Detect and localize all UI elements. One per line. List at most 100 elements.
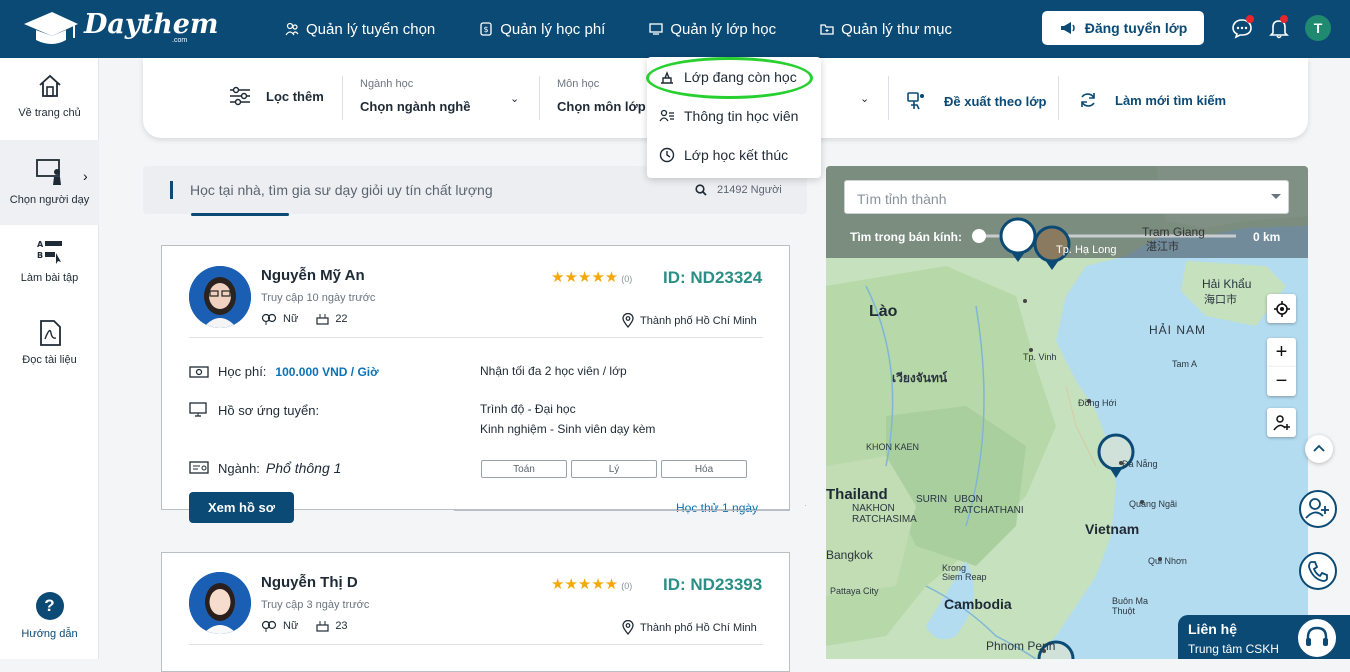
- logo[interactable]: Daythem .com: [22, 8, 218, 48]
- tutor-avatar[interactable]: [189, 266, 251, 328]
- capacity: Nhận tối đa 2 học viên / lớp: [480, 364, 627, 378]
- subject-select[interactable]: Môn học Chọn môn lớp: [557, 78, 646, 114]
- map-label: 湛江市: [1146, 241, 1179, 253]
- chevron-down-icon[interactable]: [1271, 194, 1281, 199]
- add-user-button[interactable]: [1299, 490, 1337, 528]
- sidebar-item-label: Làm bài tập: [20, 272, 79, 284]
- tutor-city: Thành phố Hồ Chí Minh: [622, 313, 757, 328]
- fee-value: 100.000 VND / Giờ: [275, 364, 379, 379]
- tutor-avatar[interactable]: [189, 572, 251, 634]
- menu-item-ended-classes[interactable]: Lớp học kết thúc: [659, 147, 788, 163]
- help-link[interactable]: ? Hướng dẫn: [0, 592, 99, 640]
- map[interactable]: Tìm tỉnh thành Tìm trong bán kính: 0 km …: [826, 166, 1308, 659]
- nav-classes[interactable]: Quản lý lớp học: [649, 21, 776, 38]
- suggest-by-class-button[interactable]: Đề xuất theo lớp: [906, 91, 1046, 111]
- level: Trình độ - Đại học: [480, 402, 576, 416]
- zoom-in-button[interactable]: +: [1267, 338, 1296, 367]
- zoom-out-button[interactable]: −: [1267, 367, 1296, 396]
- radius-value: 0 km: [1253, 230, 1281, 244]
- trial-link[interactable]: Học thử 1 ngày: [676, 501, 758, 515]
- tutor-id: ID: ND23393: [663, 575, 763, 594]
- map-label: UBON RATCHATHANI: [954, 494, 1024, 516]
- nav-label: Quản lý tuyển chọn: [306, 20, 436, 38]
- city-text: Thành phố Hồ Chí Minh: [640, 314, 757, 327]
- contact-subtitle: Trung tâm CSKH: [1188, 642, 1279, 656]
- map-label: Đồng Hới: [1078, 398, 1117, 408]
- suggest-label: Đề xuất theo lớp: [944, 93, 1047, 109]
- svg-text:A: A: [37, 240, 44, 249]
- student-info-icon: [659, 109, 674, 122]
- major-value: Phổ thông 1: [265, 460, 342, 476]
- megaphone-icon: [1060, 22, 1075, 34]
- location-pin-icon: [622, 313, 634, 328]
- map-label: Tp. Vinh: [1023, 352, 1057, 362]
- chevron-down-icon[interactable]: ⌄: [860, 92, 869, 105]
- more-filter-button[interactable]: Lọc thêm: [229, 86, 324, 106]
- menu-item-student-info[interactable]: Thông tin học viên: [659, 108, 798, 124]
- more-filter-label: Lọc thêm: [266, 88, 324, 104]
- user-avatar[interactable]: T: [1305, 15, 1331, 41]
- phone-button[interactable]: [1299, 552, 1337, 590]
- chevron-down-icon[interactable]: ⌄: [510, 92, 519, 105]
- radius-label: Tìm trong bán kính:: [850, 230, 962, 244]
- nav-tuition[interactable]: $ Quản lý học phí: [479, 21, 605, 38]
- profile-row: Hồ sơ ứng tuyển:: [189, 402, 319, 418]
- menu-item-label: Lớp học kết thúc: [684, 147, 789, 163]
- pdf-icon: [39, 320, 61, 346]
- map-label: Vietnam: [1085, 521, 1140, 537]
- major-row: Ngành: Phổ thông 1: [189, 460, 341, 476]
- chevron-up-icon: [1313, 444, 1325, 452]
- map-label: HẢI NAM: [1149, 323, 1207, 337]
- map-label: NAKHON RATCHASIMA: [852, 503, 917, 525]
- tutor-last-access: Truy cập 10 ngày trước: [261, 292, 376, 304]
- search-accent-bar: [170, 181, 173, 199]
- divider: [1058, 76, 1059, 120]
- tutor-name: Nguyễn Thị D: [261, 574, 358, 591]
- tutor-city: Thành phố Hồ Chí Minh: [622, 620, 757, 635]
- divider: [539, 76, 540, 120]
- folder-icon: [820, 24, 834, 35]
- subject-select-value: Chọn môn lớp: [557, 99, 646, 114]
- person-add-icon: [1272, 414, 1290, 430]
- headset-icon: [1296, 617, 1338, 659]
- svg-text:$: $: [484, 25, 489, 34]
- rating-stars: ★★★★★ (0): [551, 268, 632, 286]
- scroll-up-button[interactable]: [1305, 435, 1333, 463]
- major-select[interactable]: Ngành học Chọn ngành nghề: [360, 78, 470, 114]
- divider: [454, 510, 790, 511]
- nav-folders[interactable]: Quản lý thư mục: [820, 21, 952, 38]
- sidebar-item-documents[interactable]: Đọc tài liệu: [0, 320, 99, 380]
- map-label: Qui Nhơn: [1148, 556, 1187, 566]
- profile-label: Hồ sơ ứng tuyển:: [218, 402, 320, 418]
- sidebar-item-home[interactable]: Về trang chủ: [0, 73, 99, 139]
- locate-button[interactable]: [1267, 294, 1296, 323]
- add-person-map-button[interactable]: [1267, 408, 1296, 437]
- rating-stars: ★★★★★ (0): [551, 575, 632, 593]
- home-icon: [38, 74, 61, 97]
- fee-row: Học phí: 100.000 VND / Giờ: [189, 364, 379, 379]
- major-select-value: Chọn ngành nghề: [360, 99, 471, 114]
- view-profile-button[interactable]: Xem hồ sơ: [189, 492, 294, 523]
- subject-select-label: Môn học: [557, 78, 600, 90]
- money-icon: [189, 365, 209, 378]
- gender: Nữ: [261, 313, 298, 325]
- contact-support-widget[interactable]: Liên hệ Trung tâm CSKH: [1178, 615, 1350, 659]
- search-input[interactable]: Học tại nhà, tìm gia sư dạy giỏi uy tín …: [190, 182, 493, 198]
- province-select[interactable]: Tìm tỉnh thành: [844, 180, 1289, 214]
- post-class-button[interactable]: Đăng tuyển lớp: [1042, 11, 1204, 45]
- nav-recruitment[interactable]: Quản lý tuyển chọn: [285, 21, 435, 38]
- tutor-card: Nguyễn Thị D Truy cập 3 ngày trước Nữ 23…: [161, 552, 790, 672]
- search-underline: [191, 213, 289, 216]
- certificate-icon: [189, 461, 209, 474]
- cake-icon: [316, 314, 329, 325]
- map-label: เวียงจันทน์: [892, 371, 948, 385]
- refresh-label: Làm mới tìm kiếm: [1115, 92, 1227, 108]
- wallet-icon: $: [480, 22, 492, 36]
- divider: [342, 76, 343, 120]
- crosshair-icon: [1273, 300, 1290, 317]
- sidebar-item-homework[interactable]: AB Làm bài tập: [0, 238, 99, 298]
- map-label: Bangkok: [826, 548, 873, 562]
- refresh-search-button[interactable]: Làm mới tìm kiếm: [1079, 91, 1226, 109]
- tutor-meta: Nữ 22: [261, 312, 366, 325]
- city-text: Thành phố Hồ Chí Minh: [640, 621, 757, 634]
